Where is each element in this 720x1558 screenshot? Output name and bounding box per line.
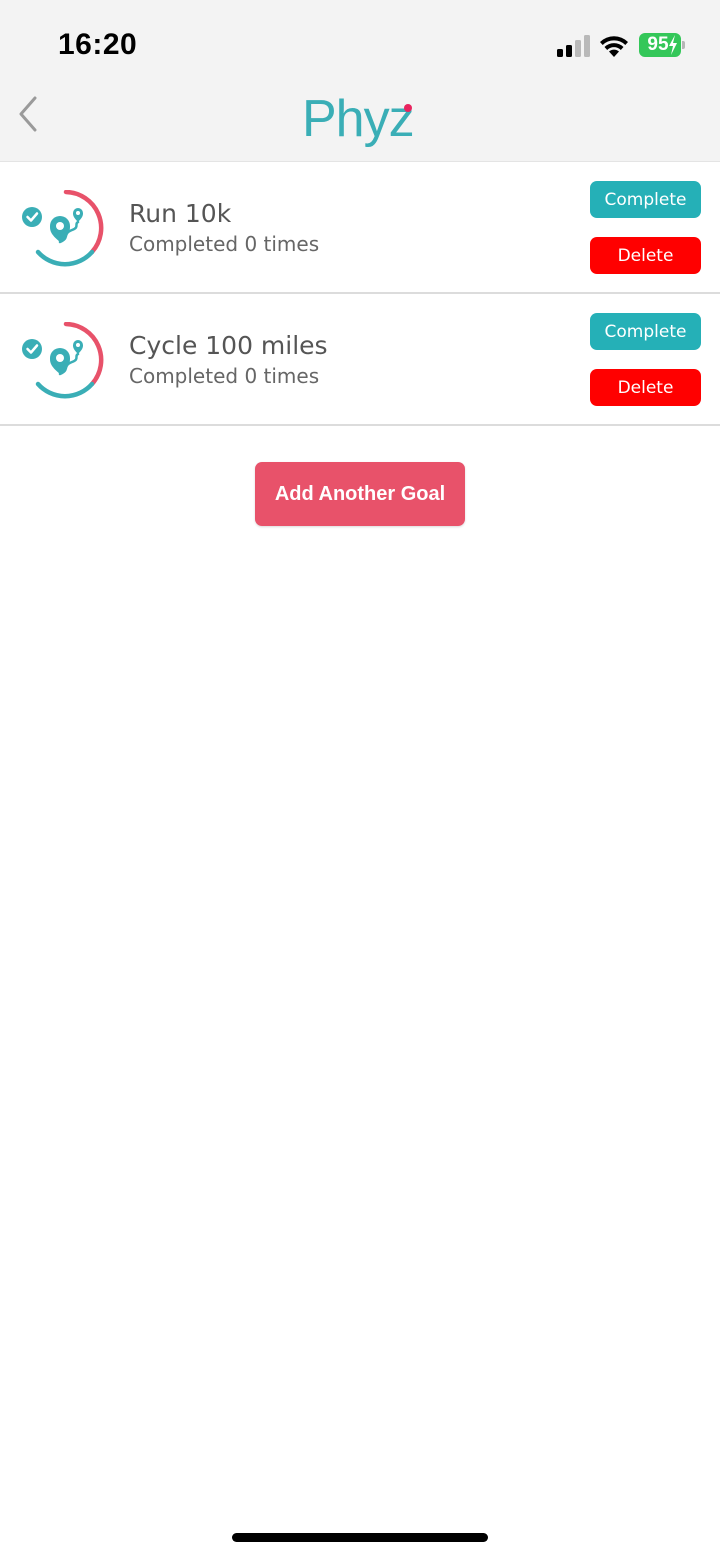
add-goal-button[interactable]: Add Another Goal	[255, 462, 465, 526]
chevron-left-icon[interactable]	[14, 94, 44, 134]
home-indicator[interactable]	[232, 1533, 488, 1542]
delete-button[interactable]: Delete	[590, 237, 701, 274]
status-bar: 16:20 95	[0, 0, 720, 80]
goal-route-icon	[22, 190, 104, 267]
goal-completion-count: Completed 0 times	[129, 364, 320, 388]
battery-cap	[682, 41, 685, 49]
goal-title: Run 10k	[129, 199, 232, 228]
goal-route-icon	[22, 322, 104, 399]
goal-list: Run 10k Completed 0 times Complete Delet…	[0, 162, 720, 426]
delete-button[interactable]: Delete	[590, 369, 701, 406]
goal-row: Run 10k Completed 0 times Complete Delet…	[0, 162, 720, 294]
wifi-icon	[600, 36, 628, 57]
complete-button[interactable]: Complete	[590, 313, 701, 350]
logo-dot	[404, 104, 412, 112]
app-logo: Phyz	[302, 90, 415, 148]
goal-completion-count: Completed 0 times	[129, 232, 320, 256]
signal-icon	[557, 35, 590, 57]
status-time: 16:20	[58, 28, 138, 61]
complete-button[interactable]: Complete	[590, 181, 701, 218]
goal-title: Cycle 100 miles	[129, 331, 328, 360]
nav-bar: Phyz	[0, 80, 720, 162]
charging-bolt-icon	[669, 35, 677, 55]
goal-row: Cycle 100 miles Completed 0 times Comple…	[0, 294, 720, 426]
